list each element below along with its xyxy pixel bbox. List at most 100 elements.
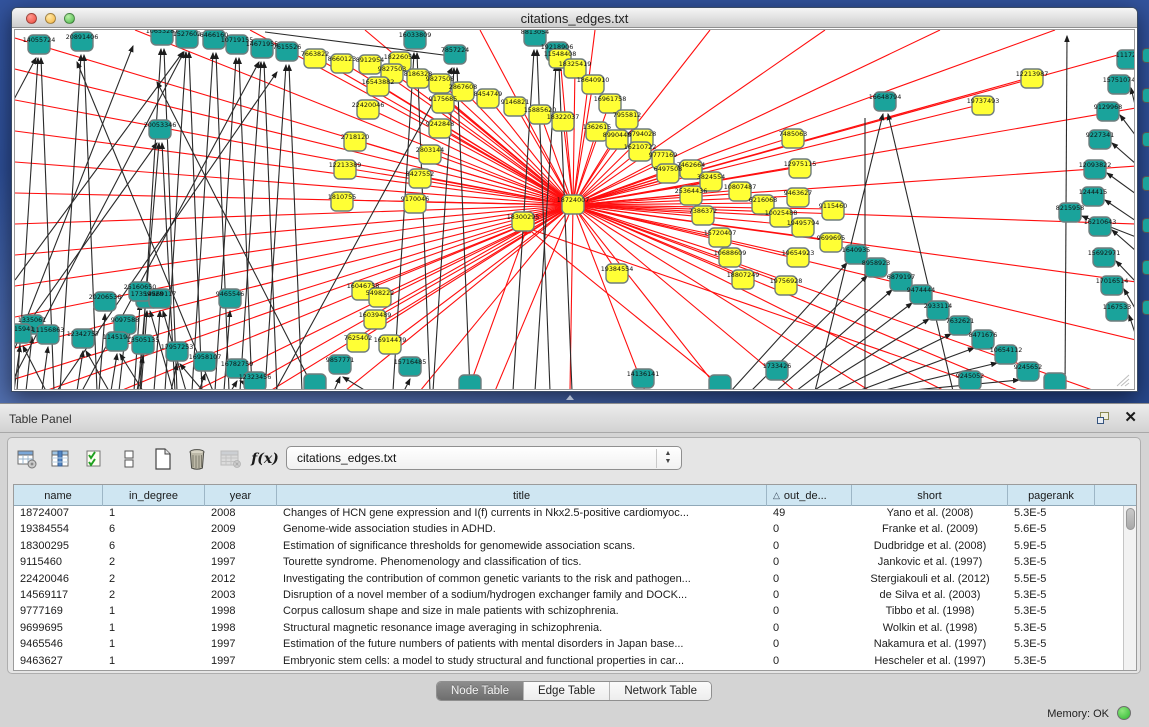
create-table-icon[interactable]: [152, 448, 174, 470]
table-cell: Stergiakouli et al. (2012): [852, 572, 1008, 588]
column-header-short[interactable]: short: [852, 485, 1008, 506]
column-header-year[interactable]: year: [205, 485, 277, 506]
column-header-name[interactable]: name: [14, 485, 103, 506]
graph-edge: [264, 62, 277, 390]
window-titlebar[interactable]: citations_edges.txt: [12, 8, 1137, 28]
graph-node-label: 7625402: [344, 334, 372, 342]
delete-table-icon[interactable]: [186, 448, 208, 470]
table-row[interactable]: 977716911998Corpus callosum shape and si…: [14, 604, 1123, 620]
table-cell: Tourette syndrome. Phenomenology and cla…: [277, 555, 767, 571]
canvas-resize-grip[interactable]: [1115, 373, 1131, 387]
table-cell: Estimation of the future numbers of pati…: [277, 637, 767, 653]
table-row[interactable]: 1938455462009Genome-wide association stu…: [14, 522, 1123, 538]
table-cell: 1997: [205, 555, 277, 571]
graph-node-label: 7632621: [946, 317, 974, 325]
table-row[interactable]: 946362711997Embryonic stem cells: a mode…: [14, 654, 1123, 670]
graph-edge: [86, 351, 109, 390]
graph-edge: [363, 205, 573, 289]
graph-node-label: 9827503: [378, 65, 406, 73]
graph-edge: [835, 334, 951, 390]
table-row[interactable]: 1830029562008Estimation of significance …: [14, 539, 1123, 555]
tab-edge-table[interactable]: Edge Table: [524, 682, 610, 700]
graph-node-label: 16210722: [624, 143, 657, 151]
table-cell: 2: [103, 572, 205, 588]
graph-node-label: 1362615: [583, 123, 611, 131]
graph-node-label: 15751074: [1103, 76, 1135, 84]
graph-node-label: 16210643: [1084, 218, 1117, 226]
graph-node-label: 8454749: [474, 90, 502, 98]
graph-node-label: 8427552: [406, 170, 434, 178]
tab-node-table[interactable]: Node Table: [437, 682, 524, 700]
graph-node-label: 8660123: [328, 55, 356, 63]
network-selector[interactable]: citations_edges.txt ▲▼: [286, 446, 682, 470]
graph-edge: [1131, 88, 1135, 109]
table-row[interactable]: 946554611997Estimation of the future num…: [14, 637, 1123, 653]
scrollbar-thumb[interactable]: [1126, 508, 1135, 530]
column-header-out_de[interactable]: △out_de...: [767, 485, 852, 506]
table-body: 1872400712008Changes of HCN gene express…: [14, 506, 1123, 670]
table-cell: Jankovic et al. (1997): [852, 555, 1008, 571]
table-cell: 0: [767, 539, 852, 555]
splitter-handle[interactable]: [566, 395, 574, 400]
table-cell: 0: [767, 588, 852, 604]
network-window: citations_edges.txt 14055724208914061065…: [11, 7, 1138, 392]
graph-node-label: 9474444: [907, 286, 935, 294]
table-row[interactable]: 1456911722003Disruption of a novel membe…: [14, 588, 1123, 604]
graph-node-label: 9129968: [1094, 103, 1122, 111]
table-row[interactable]: 2242004622012Investigating the contribut…: [14, 572, 1123, 588]
select-columns-icon[interactable]: [84, 448, 106, 470]
function-builder-icon[interactable]: f(x): [254, 448, 276, 470]
table-cell: 0: [767, 572, 852, 588]
import-table-disabled-icon[interactable]: [220, 448, 242, 470]
graph-edge: [404, 379, 410, 390]
table-cell: 5.3E-5: [1008, 555, 1095, 571]
graph-node[interactable]: [709, 375, 731, 390]
table-cell: 2008: [205, 506, 277, 522]
graph-node-label: 6216068: [749, 196, 777, 204]
tab-network-table[interactable]: Network Table: [610, 682, 711, 700]
graph-node-label: 9827508: [426, 75, 454, 83]
graph-edge: [573, 205, 645, 390]
graph-node[interactable]: [304, 374, 326, 390]
table-cell: 5.5E-5: [1008, 572, 1095, 588]
graph-node-label: 9242848: [426, 120, 454, 128]
table-cell: 2: [103, 588, 205, 604]
table-vertical-scrollbar[interactable]: [1123, 506, 1136, 670]
graph-node-label: 10025488: [765, 209, 798, 217]
network-canvas[interactable]: 1405572420891406106532871527602646616010…: [14, 29, 1135, 390]
graph-node-label: 1527602: [173, 30, 201, 38]
table-cell: 9777169: [14, 604, 103, 620]
graph-node-label: 17957253: [161, 343, 194, 351]
table-cell: 5.3E-5: [1008, 637, 1095, 653]
graph-node-label: 6794028: [628, 130, 656, 138]
graph-node-label: 6497508: [654, 165, 682, 173]
graph-node[interactable]: [1044, 373, 1066, 390]
memory-status-indicator[interactable]: [1117, 706, 1131, 720]
graph-node-label: 19654923: [782, 249, 815, 257]
graph-node-label: 11548408: [544, 50, 577, 58]
column-header-pagerank[interactable]: pagerank: [1008, 485, 1095, 506]
column-header-title[interactable]: title: [277, 485, 767, 506]
table-cell: 0: [767, 522, 852, 538]
graph-node-label: 19737493: [967, 97, 1000, 105]
graph-edge: [1112, 230, 1135, 251]
graph-node[interactable]: [459, 375, 481, 390]
network-selector-value: citations_edges.txt: [297, 451, 396, 465]
graph-node-label: 2718120: [341, 133, 369, 141]
float-window-icon[interactable]: [1097, 412, 1111, 425]
table-mode-icon[interactable]: [16, 448, 38, 470]
graph-node-label: 18724007: [557, 196, 590, 204]
graph-edge: [527, 228, 720, 385]
graph-node-label: 16958107: [189, 353, 222, 361]
table-row[interactable]: 969969511998Structural magnetic resonanc…: [14, 621, 1123, 637]
row-height-icon[interactable]: [118, 448, 140, 470]
graph-node-label: 7663822: [301, 50, 329, 58]
column-header-in_degree[interactable]: in_degree: [103, 485, 205, 506]
show-columns-icon[interactable]: [50, 448, 72, 470]
close-panel-icon[interactable]: ✕: [1124, 409, 1137, 427]
table-row[interactable]: 1872400712008Changes of HCN gene express…: [14, 506, 1123, 522]
table-cell: 1: [103, 506, 205, 522]
table-row[interactable]: 911546021997Tourette syndrome. Phenomeno…: [14, 555, 1123, 571]
graph-node-label: 18226058: [384, 53, 417, 61]
graph-node-label: 22420046: [352, 101, 385, 109]
